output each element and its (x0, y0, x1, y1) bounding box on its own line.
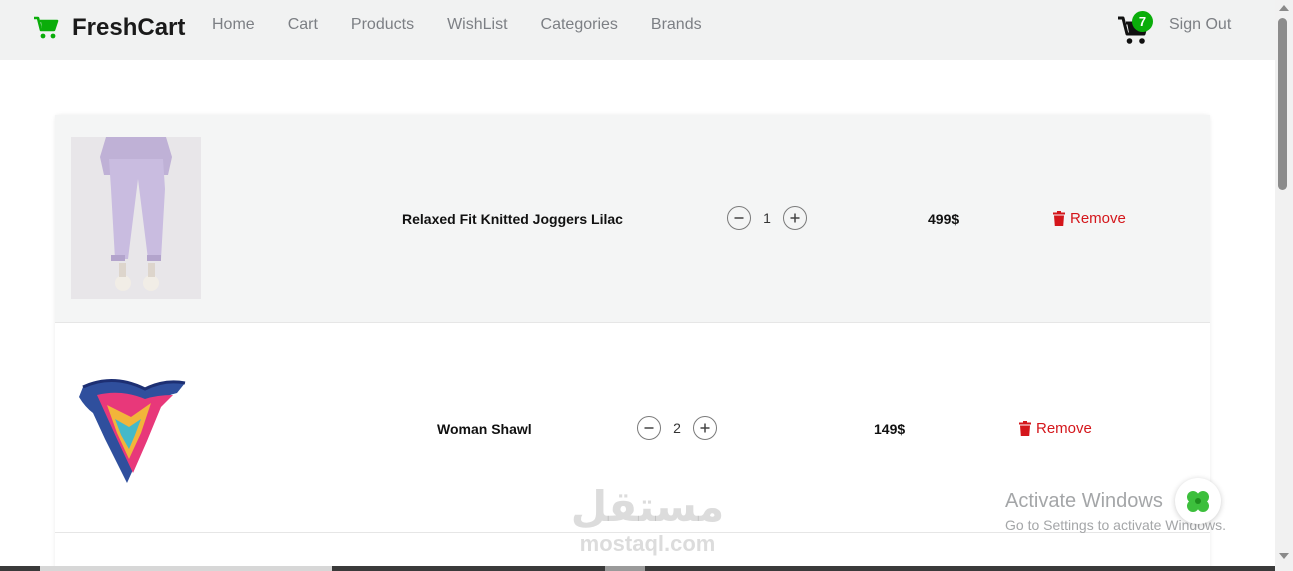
product-image (71, 137, 201, 299)
watermark-url: mostaql.com (579, 531, 716, 556)
nav-link-categories[interactable]: Categories (541, 16, 618, 34)
decrease-quantity-button[interactable] (727, 206, 751, 230)
shopping-cart-icon (34, 16, 59, 39)
plus-icon (790, 213, 800, 223)
navbar: FreshCart Home Cart Products WishList Ca… (0, 0, 1275, 60)
product-price: 499$ (928, 211, 960, 227)
increase-quantity-button[interactable] (783, 206, 807, 230)
remove-label: Remove (1036, 420, 1092, 437)
trash-icon (1053, 211, 1065, 226)
product-name: Relaxed Fit Knitted Joggers Lilac (402, 211, 623, 227)
increase-quantity-button[interactable] (693, 416, 717, 440)
clover-icon[interactable] (1175, 478, 1221, 524)
strip-segment (40, 566, 332, 571)
nav-link-products[interactable]: Products (351, 16, 414, 34)
remove-button[interactable]: Remove (1019, 420, 1092, 437)
plus-icon (700, 423, 710, 433)
scroll-down-arrow-icon[interactable] (1279, 553, 1289, 559)
product-price: 149$ (874, 421, 906, 437)
cart-button[interactable]: 7 (1116, 11, 1156, 48)
brand-name: FreshCart (72, 14, 186, 41)
sign-out-link[interactable]: Sign Out (1169, 16, 1231, 34)
minus-icon (734, 217, 744, 219)
quantity-stepper: 2 (637, 416, 717, 440)
remove-label: Remove (1070, 210, 1126, 227)
scroll-up-arrow-icon[interactable] (1279, 5, 1289, 11)
remove-button[interactable]: Remove (1053, 210, 1126, 227)
minus-icon (644, 427, 654, 429)
nav-links: Home Cart Products WishList Categories B… (212, 16, 735, 34)
nav-link-wishlist[interactable]: WishList (447, 16, 507, 34)
cart-count-badge: 7 (1132, 11, 1153, 32)
watermark-arabic: مستقل (570, 483, 725, 530)
scrollbar[interactable] (1275, 0, 1293, 571)
watermark: مستقل mostaql.com (560, 482, 735, 557)
product-image (77, 375, 189, 485)
scroll-thumb[interactable] (1278, 18, 1287, 190)
nav-link-home[interactable]: Home (212, 16, 255, 34)
bottom-strip (0, 566, 1275, 571)
quantity-value: 1 (763, 210, 771, 226)
trash-icon (1019, 421, 1031, 436)
nav-link-brands[interactable]: Brands (651, 16, 702, 34)
quantity-stepper: 1 (727, 206, 807, 230)
product-name: Woman Shawl (437, 421, 532, 437)
brand-logo[interactable]: FreshCart (32, 14, 185, 42)
nav-link-cart[interactable]: Cart (288, 16, 318, 34)
strip-segment (605, 566, 645, 571)
quantity-value: 2 (673, 420, 681, 436)
cart-item: Relaxed Fit Knitted Joggers Lilac 1 499$… (55, 115, 1210, 323)
decrease-quantity-button[interactable] (637, 416, 661, 440)
